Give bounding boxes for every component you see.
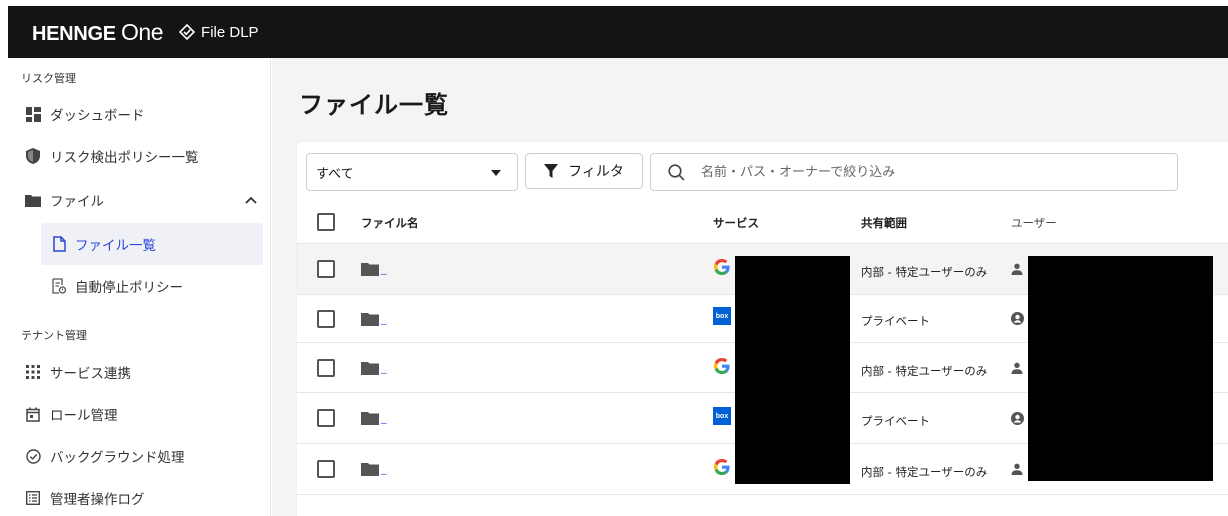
sidebar-item-label: ダッシュボード [50, 108, 145, 124]
check-circle-icon [25, 448, 41, 464]
brand-name: HENNGE [32, 22, 116, 45]
person-icon [1011, 362, 1023, 374]
sharing-scope: 内部 - 特定ユーザーのみ [861, 364, 988, 378]
folder-icon [361, 263, 379, 276]
product-label: File DLP [201, 23, 259, 41]
chevron-up-icon[interactable] [245, 192, 257, 208]
filter-icon [544, 163, 559, 178]
sidebar-item-role-management[interactable]: ロール管理 [8, 394, 271, 434]
sidebar-item-files[interactable]: ファイル [8, 180, 271, 220]
scope-select-value: すべて [316, 166, 354, 182]
brand-name-suffix: One [121, 18, 164, 45]
sidebar-item-label: 自動停止ポリシー [75, 280, 183, 296]
file-name-link[interactable]: _ [381, 312, 387, 325]
sidebar-item-dashboard[interactable]: ダッシュボード [8, 94, 271, 134]
folder-icon [25, 192, 41, 208]
filter-button-label: フィルタ [568, 164, 624, 180]
sidebar: リスク管理 ダッシュボード リスク検出ポリシー一覧 ファイル ファイル一覧 自動… [8, 58, 271, 516]
list-icon [25, 490, 41, 506]
sharing-scope: 内部 - 特定ユーザーのみ [861, 265, 988, 279]
sidebar-item-label: ファイル [50, 194, 104, 210]
box-logo-text: box [715, 312, 729, 320]
file-icon [51, 236, 67, 252]
search-box[interactable] [650, 153, 1178, 191]
filter-button[interactable]: フィルタ [525, 153, 643, 189]
sidebar-item-auto-stop-policy[interactable]: 自動停止ポリシー [41, 265, 263, 307]
section-title-tenant: テナント管理 [21, 329, 87, 342]
sharing-scope: プライベート [861, 314, 930, 328]
product-name: File DLP [179, 24, 259, 41]
table-header: ファイル名 サービス 共有範囲 ユーザー [297, 202, 1228, 244]
google-drive-icon [714, 358, 730, 374]
search-input[interactable] [701, 164, 1141, 180]
account-circle-icon [1011, 412, 1024, 425]
person-icon [1011, 263, 1023, 275]
box-icon: box [713, 407, 731, 425]
google-drive-icon [714, 459, 730, 475]
file-name-link[interactable]: _ [381, 262, 387, 275]
sidebar-item-admin-log[interactable]: 管理者操作ログ [8, 478, 271, 516]
redaction-block-service [735, 256, 850, 484]
policy-doc-icon [51, 278, 67, 294]
sidebar-item-label: バックグラウンド処理 [50, 450, 185, 466]
dashboard-icon [25, 106, 41, 122]
sidebar-item-service-integration[interactable]: サービス連携 [8, 352, 271, 392]
column-header-filename[interactable]: ファイル名 [361, 215, 419, 231]
section-title-risk: リスク管理 [21, 72, 76, 85]
file-name-link[interactable]: _ [381, 411, 387, 424]
file-list-card: すべて フィルタ ファイル名 サービス 共有範囲 ユーザー _ [297, 142, 1228, 516]
sidebar-item-label: サービス連携 [50, 366, 131, 382]
row-checkbox[interactable] [317, 310, 335, 328]
search-icon [668, 163, 685, 181]
product-logo-icon [179, 24, 196, 40]
box-logo-text: box [715, 412, 729, 420]
account-circle-icon [1011, 312, 1024, 325]
google-drive-icon [714, 259, 730, 275]
column-header-service[interactable]: サービス [713, 215, 759, 231]
sidebar-item-file-list[interactable]: ファイル一覧 [41, 223, 263, 265]
file-name-link[interactable]: _ [381, 462, 387, 475]
sidebar-item-background-jobs[interactable]: バックグラウンド処理 [8, 436, 271, 476]
file-name-link[interactable]: _ [381, 361, 387, 374]
sidebar-item-label: ファイル一覧 [75, 238, 156, 254]
column-header-user[interactable]: ユーザー [1011, 215, 1057, 231]
calendar-icon [25, 406, 41, 422]
row-checkbox[interactable] [317, 359, 335, 377]
redaction-block-user [1028, 256, 1213, 481]
folder-icon [361, 412, 379, 425]
scope-select[interactable]: すべて [306, 153, 518, 191]
person-icon [1011, 463, 1023, 475]
grid-icon [25, 364, 41, 380]
sidebar-item-label: リスク検出ポリシー一覧 [50, 150, 199, 166]
row-checkbox[interactable] [317, 409, 335, 427]
row-checkbox[interactable] [317, 460, 335, 478]
top-bar: HENNGE One File DLP [8, 6, 1228, 58]
folder-icon [361, 362, 379, 375]
main-content: ファイル一覧 すべて フィルタ ファイル名 サービス 共有範囲 ユーザー _ [272, 58, 1228, 516]
sidebar-item-risk-policies[interactable]: リスク検出ポリシー一覧 [8, 136, 271, 176]
folder-icon [361, 463, 379, 476]
shield-icon [25, 148, 41, 164]
brand-logo[interactable]: HENNGE One [32, 18, 164, 46]
select-all-checkbox[interactable] [317, 213, 335, 231]
sharing-scope: プライベート [861, 414, 930, 428]
caret-down-icon [491, 170, 501, 176]
box-icon: box [713, 307, 731, 325]
sharing-scope: 内部 - 特定ユーザーのみ [861, 465, 988, 479]
row-checkbox[interactable] [317, 260, 335, 278]
folder-icon [361, 313, 379, 326]
page-title: ファイル一覧 [299, 91, 449, 119]
column-header-sharing-scope[interactable]: 共有範囲 [861, 215, 907, 231]
sidebar-item-label: ロール管理 [50, 408, 118, 424]
sidebar-item-label: 管理者操作ログ [50, 492, 145, 508]
